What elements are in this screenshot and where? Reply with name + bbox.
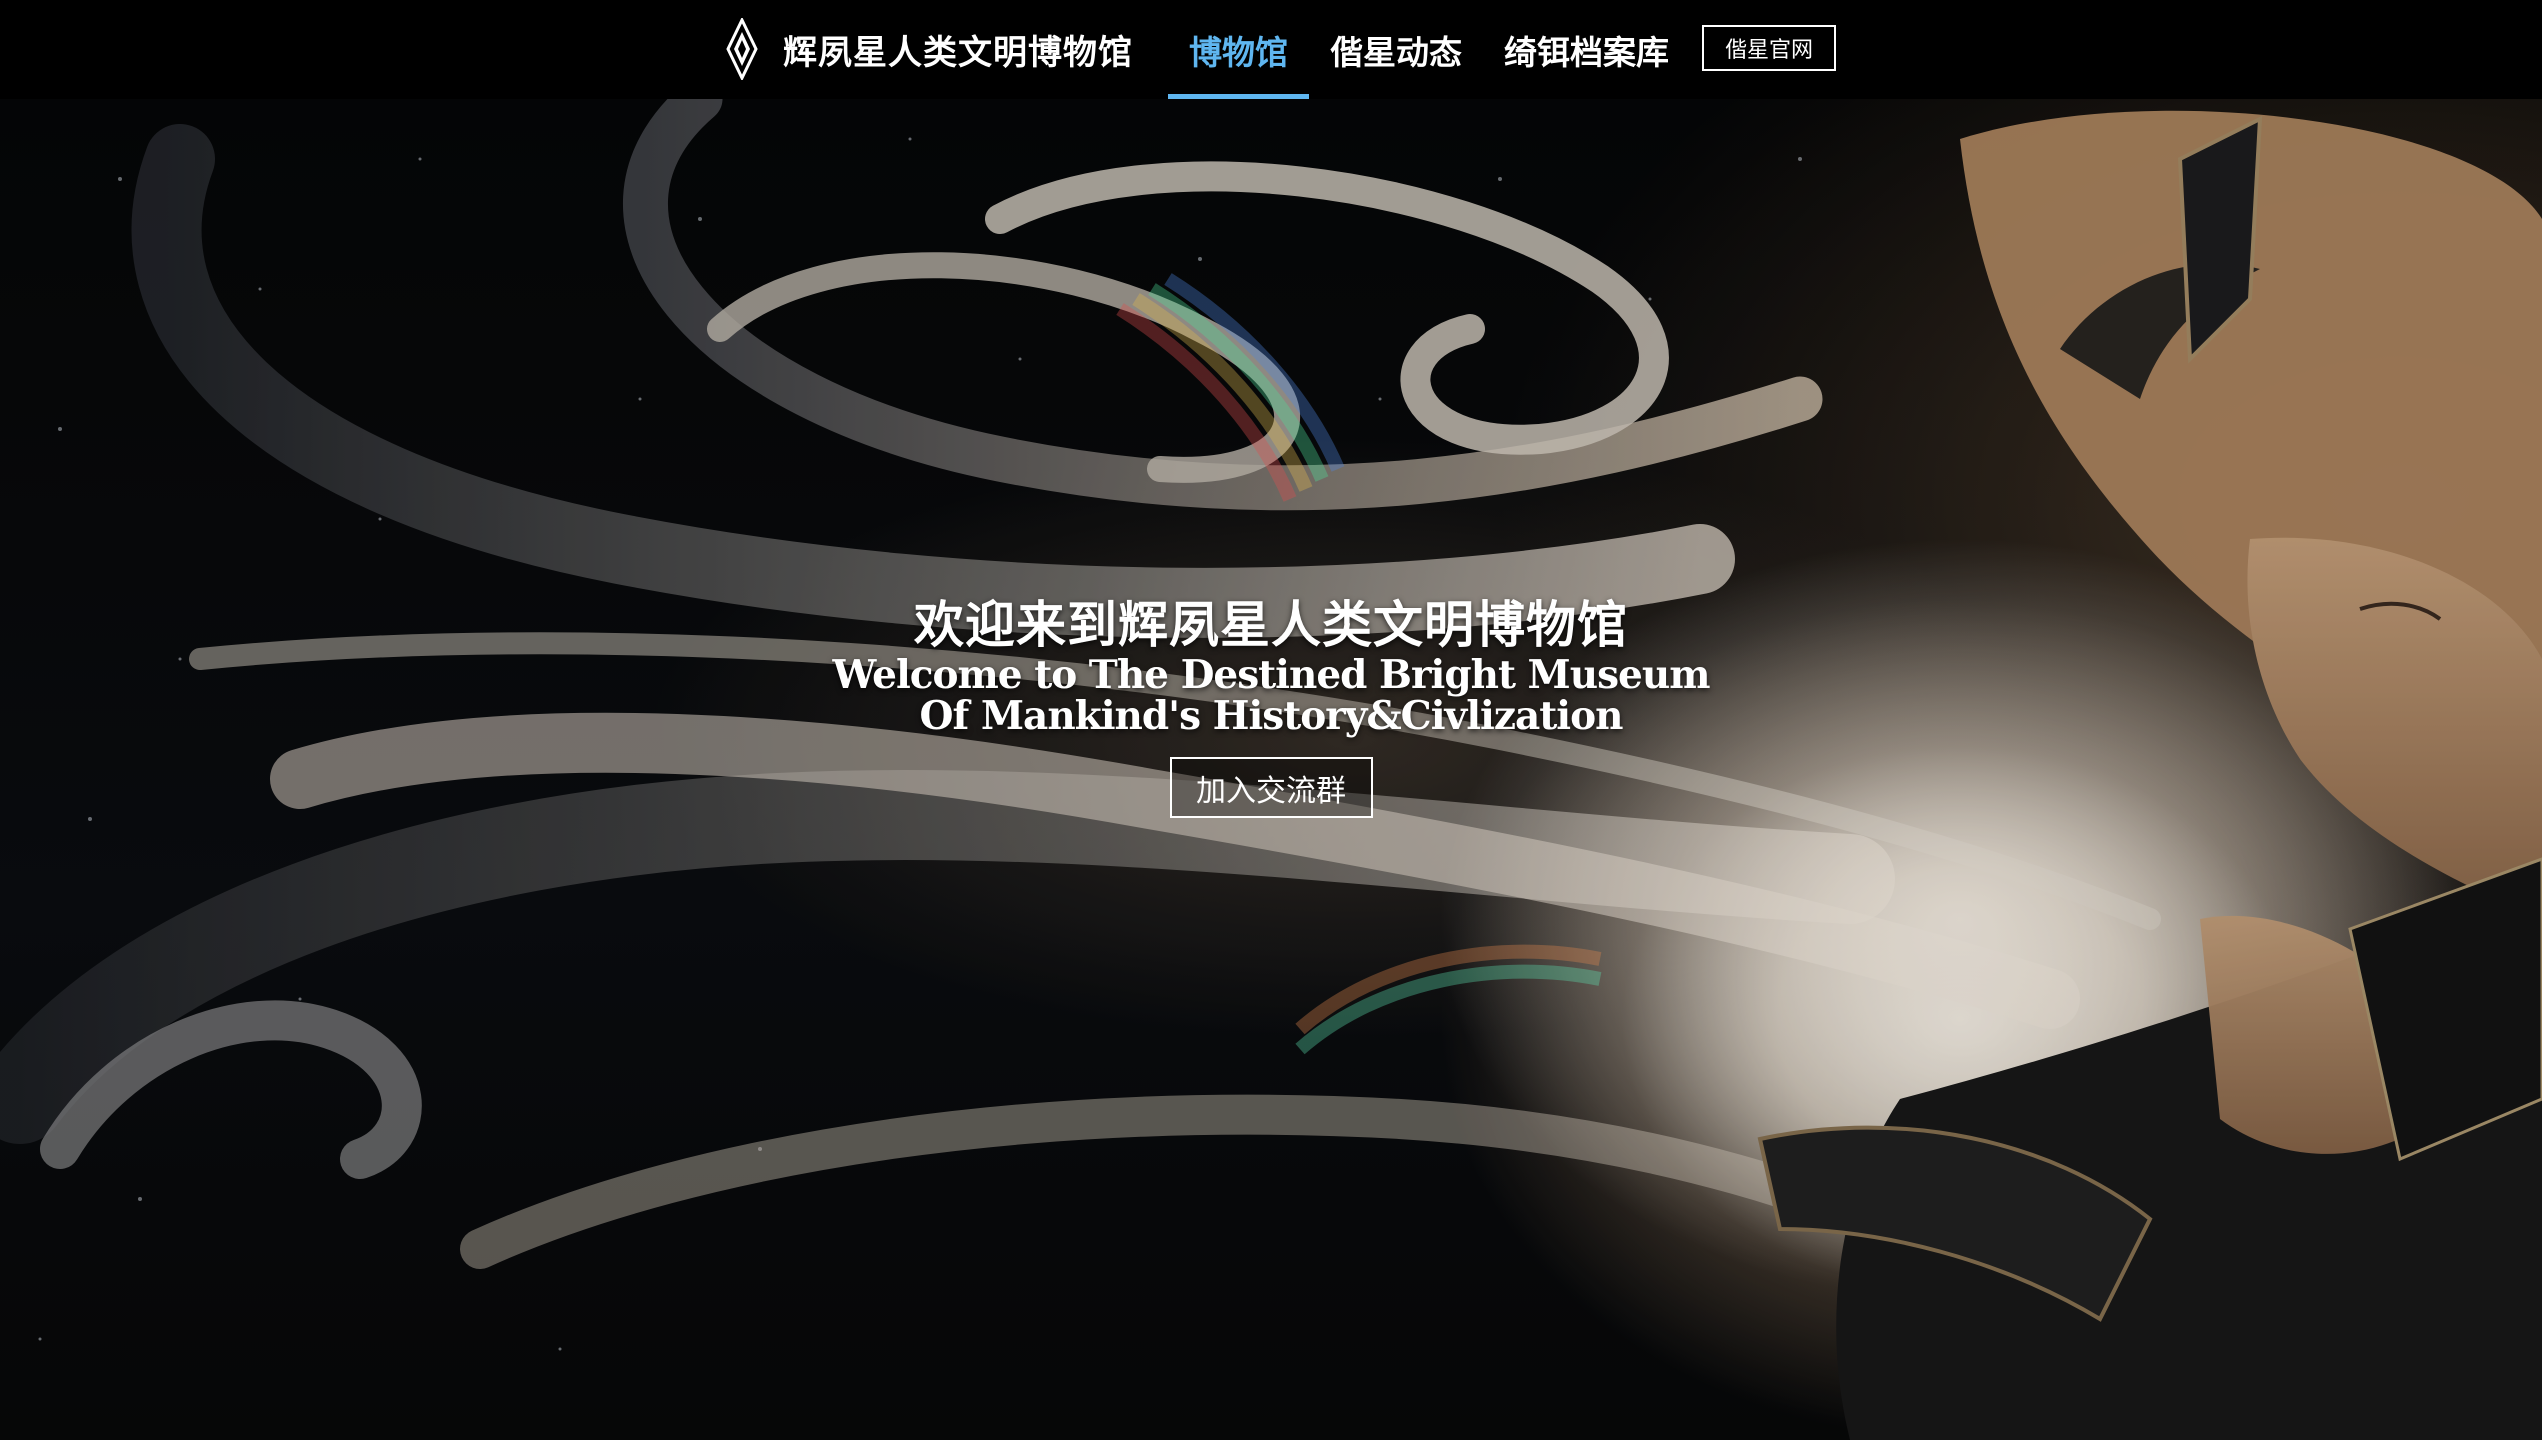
hero-title-english-line1: Welcome to The Destined Bright Museum	[832, 652, 1711, 698]
hero-title-chinese: 欢迎来到辉夙星人类文明博物馆	[914, 595, 1628, 654]
nav-item-news[interactable]: 偕星动态	[1309, 0, 1483, 99]
brand-title: 辉夙星人类文明博物馆	[783, 32, 1133, 73]
brand[interactable]: 辉夙星人类文明博物馆	[725, 18, 1133, 80]
hero-banner: 欢迎来到辉夙星人类文明博物馆 Welcome to The Destined B…	[0, 99, 2542, 1440]
nav-item-archive[interactable]: 绮铒档案库	[1483, 0, 1690, 99]
hero-title-english-line2: Of Mankind's History&Civlization	[919, 693, 1624, 739]
page: 辉夙星人类文明博物馆 博物馆 偕星动态 绮铒档案库 偕星官网 欢迎来到辉夙星人类…	[0, 0, 2542, 1440]
top-navigation-bar: 辉夙星人类文明博物馆 博物馆 偕星动态 绮铒档案库 偕星官网	[0, 0, 2542, 99]
hero-content: 欢迎来到辉夙星人类文明博物馆 Welcome to The Destined B…	[0, 595, 2542, 818]
main-nav: 博物馆 偕星动态 绮铒档案库	[1168, 0, 1690, 99]
nav-item-museum[interactable]: 博物馆	[1168, 0, 1309, 99]
join-group-button[interactable]: 加入交流群	[1169, 757, 1373, 818]
diamond-crystal-icon	[726, 18, 758, 80]
official-site-button[interactable]: 偕星官网	[1702, 25, 1836, 71]
